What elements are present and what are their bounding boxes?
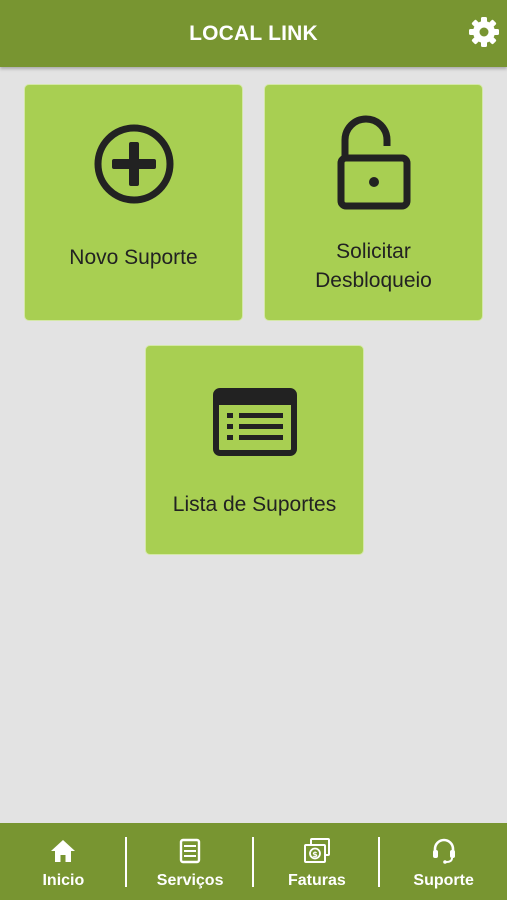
app-header: LOCAL LINK xyxy=(0,0,507,67)
home-icon xyxy=(50,838,76,864)
plus-circle-icon xyxy=(92,122,176,206)
headset-icon xyxy=(431,838,457,864)
nav-label: Inicio xyxy=(42,872,85,889)
app-title: LOCAL LINK xyxy=(189,21,318,45)
nav-label: Serviços xyxy=(156,872,224,889)
nav-item-inicio[interactable]: Inicio xyxy=(0,823,127,900)
nav-label: Faturas xyxy=(287,872,346,889)
lista-de-suportes-tile[interactable]: Lista de Suportes xyxy=(145,345,364,555)
nav-item-suporte[interactable]: Suporte xyxy=(380,823,507,900)
nav-item-servicos[interactable]: Serviços xyxy=(127,823,254,900)
gear-icon xyxy=(469,17,499,47)
list-icon xyxy=(212,388,297,456)
tile-label: Lista de Suportes xyxy=(172,493,337,516)
svg-text:$: $ xyxy=(312,850,318,859)
nav-label: Suporte xyxy=(413,872,474,889)
novo-suporte-tile[interactable]: Novo Suporte xyxy=(24,84,243,321)
bottom-navigation: Inicio Serviços $ Faturas Suporte xyxy=(0,823,507,900)
nav-item-faturas[interactable]: $ Faturas xyxy=(254,823,381,900)
settings-button[interactable] xyxy=(467,15,501,49)
tile-label: Novo Suporte xyxy=(69,246,198,269)
document-icon xyxy=(179,838,201,864)
money-icon: $ xyxy=(303,838,331,864)
unlock-icon xyxy=(337,114,411,210)
tile-label: Solicitar Desbloqueio xyxy=(315,240,432,292)
solicitar-desbloqueio-tile[interactable]: Solicitar Desbloqueio xyxy=(264,84,483,321)
